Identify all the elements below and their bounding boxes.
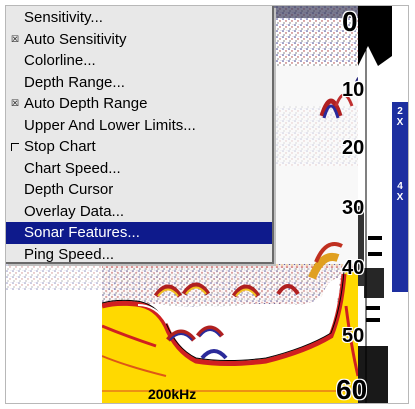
frequency-label: 200kHz xyxy=(148,386,197,402)
menu-item-label: Sensitivity... xyxy=(24,9,103,26)
menu-item-stop-chart[interactable]: Stop Chart xyxy=(6,136,272,158)
depth-label-30: 30 xyxy=(342,197,365,219)
menu-item-colorline[interactable]: Colorline... xyxy=(6,50,272,72)
menu-item-label: Chart Speed... xyxy=(24,159,121,177)
menu-item-auto-sensitivity[interactable]: ☒ Auto Sensitivity xyxy=(6,29,272,51)
menu-item-auto-depth-range[interactable]: ☒ Auto Depth Range xyxy=(6,93,272,115)
depth-label-60: 60 xyxy=(336,374,368,404)
menu-item-sonar-features[interactable]: Sonar Features... xyxy=(6,222,272,244)
menu-item-label: Ping Speed... xyxy=(24,245,115,263)
x-check-icon: ☒ xyxy=(10,98,20,108)
zoom-level-2x[interactable]: 2 X xyxy=(392,106,408,128)
menu-item-label: Auto Sensitivity xyxy=(24,30,127,48)
zoom-4x-number: 4 xyxy=(397,181,403,192)
menu-item-label: Colorline... xyxy=(24,52,96,69)
depth-label-40: 40 xyxy=(342,257,365,279)
menu-item-label: Upper And Lower Limits... xyxy=(24,116,196,134)
menu-item-label: Stop Chart xyxy=(24,138,96,155)
zoom-2x-x: X xyxy=(396,117,404,128)
menu-item-upper-lower-limits[interactable]: Upper And Lower Limits... xyxy=(6,115,272,137)
menu-item-label: Overlay Data... xyxy=(24,202,125,220)
menu-item-depth-cursor[interactable]: Depth Cursor xyxy=(6,179,272,201)
zoom-2x-number: 2 xyxy=(397,106,403,117)
menu-item-label: Depth Range... xyxy=(24,73,125,91)
depth-label-20: 20 xyxy=(342,137,365,159)
menu-item-chart-speed[interactable]: Chart Speed... xyxy=(6,158,272,180)
x-check-icon: ☒ xyxy=(10,33,20,44)
zoom-4x-x: X xyxy=(396,192,404,203)
menu-item-depth-range[interactable]: Depth Range... xyxy=(6,72,272,94)
menu-item-ping-speed[interactable]: Ping Speed... xyxy=(6,244,272,266)
sonar-screen: 0 10 20 30 40 50 60 2 X 4 X 200kHz Sensi… xyxy=(5,5,409,404)
menu-item-label: Auto Depth Range xyxy=(24,95,148,112)
depth-label-0: 0 xyxy=(342,6,358,37)
menu-item-sensitivity[interactable]: Sensitivity... xyxy=(6,7,272,29)
depth-label-50: 50 xyxy=(342,325,365,347)
menu-item-overlay-data[interactable]: Overlay Data... xyxy=(6,201,272,223)
menu-item-label: Sonar Features... xyxy=(24,224,140,241)
zoom-level-4x[interactable]: 4 X xyxy=(392,181,408,203)
depth-label-10: 10 xyxy=(342,79,365,101)
sonar-menu[interactable]: Sensitivity... ☒ Auto Sensitivity Colorl… xyxy=(6,6,274,264)
empty-check-icon xyxy=(11,143,19,151)
menu-item-label: Depth Cursor xyxy=(24,181,114,198)
